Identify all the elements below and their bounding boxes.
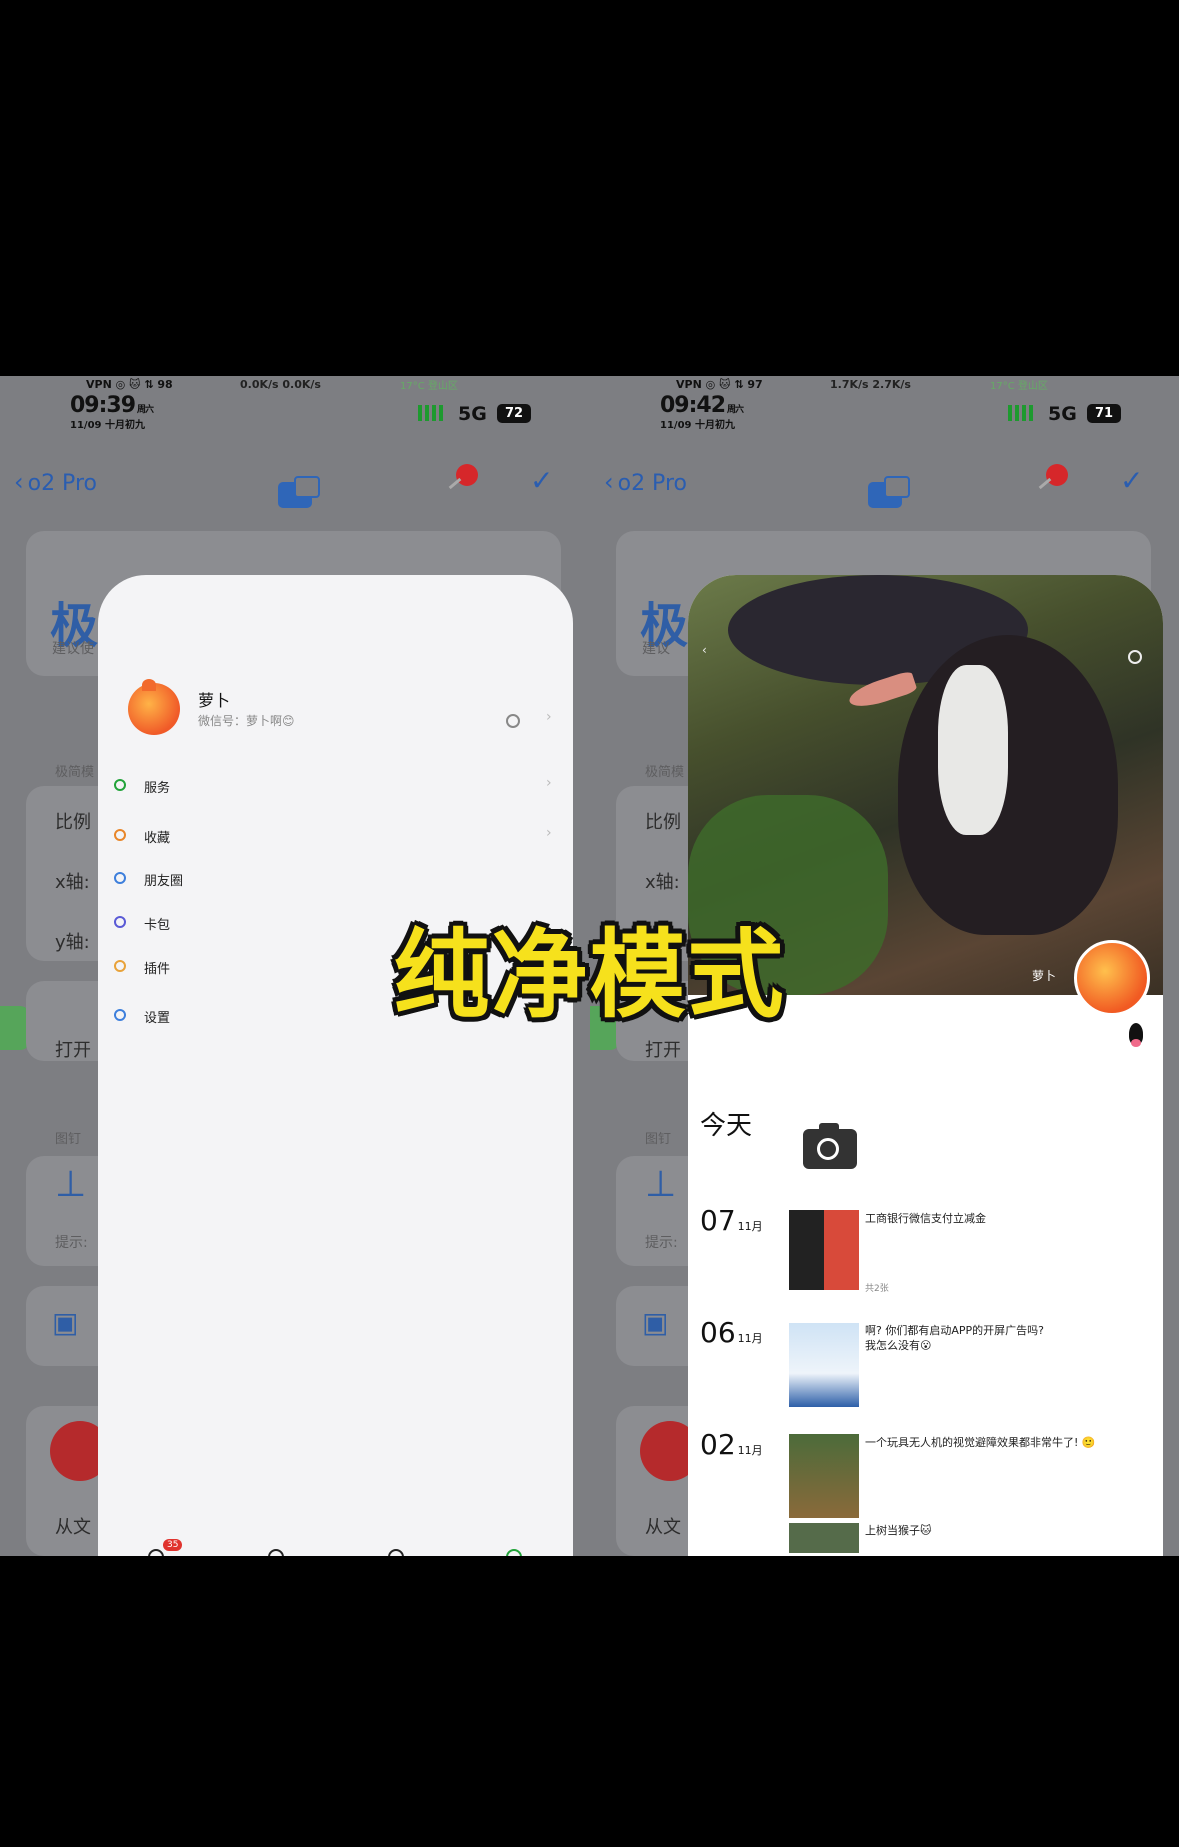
favorites-icon [114, 829, 126, 841]
confirm-check-icon[interactable]: ✓ [1120, 464, 1143, 497]
back-button[interactable]: ‹ o2 Pro [14, 468, 97, 496]
section-label: 图钉 [645, 1132, 672, 1147]
tab-me-icon[interactable] [506, 1549, 522, 1556]
back-button[interactable]: ‹ o2 Pro [604, 468, 687, 496]
signal-icon [1008, 405, 1036, 421]
post-text[interactable]: 啊? 你们都有启动APP的开屏广告吗? 我怎么没有😮 [865, 1323, 1155, 1353]
battery-icon: 72 [497, 404, 531, 423]
avatar[interactable] [128, 679, 180, 735]
menu-label: 收藏 [144, 831, 171, 846]
overlay-caption: 纯净模式 [393, 919, 786, 1031]
menu-item-favorites[interactable]: 收藏 › [114, 825, 554, 849]
frame-icon: ▣ [642, 1306, 669, 1339]
moments-icon [114, 872, 126, 884]
section-label: 极简模 [645, 765, 685, 780]
post-text[interactable]: 一个玩具无人机的视觉避障效果都非常牛了! 🙂 [865, 1435, 1155, 1450]
tip-label: 提示: [645, 1235, 678, 1251]
post-text[interactable]: 上树当猴子🐱 [865, 1523, 1155, 1538]
date-lunar: 11/09 十月初九 [660, 420, 735, 431]
menu-item-services[interactable]: 服务 › [114, 775, 554, 799]
camera-icon[interactable] [803, 1123, 857, 1169]
moments-panel: ‹ 萝卜 今天 07 11月 工商银行微信支付立减金 共2张 06 11月 啊? 你… [688, 575, 1163, 1556]
wechat-id: 微信号：萝卜啊😊 [198, 714, 295, 728]
weather: 17°C 登山区 [990, 381, 1048, 392]
from-file-label: 从文 [645, 1517, 681, 1538]
clock: 09:42 周六 [660, 393, 744, 418]
weather: 17°C 登山区 [400, 381, 458, 392]
chevron-right-icon: › [546, 825, 552, 841]
user-name: 萝卜 [198, 691, 231, 710]
row-x-axis: x轴: [55, 872, 90, 893]
clock: 09:39 周六 [70, 393, 154, 418]
video-thumbnail[interactable] [789, 1434, 859, 1518]
network-speed: 1.7K/s 2.7K/s [830, 378, 911, 391]
date-lunar: 11/09 十月初九 [70, 420, 145, 431]
confirm-check-icon[interactable]: ✓ [530, 464, 553, 497]
open-label: 打开 [55, 1040, 91, 1061]
section-label: 图钉 [55, 1132, 82, 1147]
post-date: 07 11月 [700, 1204, 763, 1237]
back-arrow-icon[interactable]: ‹ [702, 643, 707, 657]
services-icon [114, 779, 126, 791]
network-type: 5G [458, 403, 487, 425]
section-label: 极简模 [55, 765, 95, 780]
network-type: 5G [1048, 403, 1077, 425]
pin-icon[interactable] [456, 464, 478, 486]
post-date: 06 11月 [700, 1316, 763, 1349]
signal-icon [418, 405, 446, 421]
from-file-label: 从文 [55, 1517, 91, 1538]
nav-bar: ‹ o2 Pro ✓ [590, 456, 1179, 516]
refresh-icon[interactable] [1128, 650, 1142, 664]
wechat-me-panel: 萝卜 微信号：萝卜啊😊 › 服务 › 收藏 › 朋友圈 卡包 插件 设置 › 3… [98, 575, 573, 1556]
menu-item-moments[interactable]: 朋友圈 [114, 868, 554, 892]
card-hint: 建议使 [52, 641, 94, 657]
battery-icon: 71 [1087, 404, 1121, 423]
post-thumbnail[interactable] [789, 1210, 859, 1290]
network-speed: 0.0K/s 0.0K/s [240, 378, 321, 391]
image-count: 共2张 [865, 1284, 889, 1294]
tab-discover-icon[interactable] [388, 1549, 404, 1556]
card-hint: 建议 [642, 641, 670, 657]
menu-label: 朋友圈 [144, 874, 184, 889]
row-ratio: 比例 [645, 812, 681, 833]
qr-code-icon[interactable] [506, 714, 520, 728]
menu-label: 服务 [144, 781, 171, 796]
window-mode-icon[interactable] [868, 476, 910, 508]
open-label: 打开 [645, 1040, 681, 1061]
post-text[interactable]: 工商银行微信支付立减金 [865, 1211, 1155, 1226]
pin-glyph-icon: ⊥ [55, 1164, 87, 1205]
status-bar: VPN ◎ 🐱 ⇅ 97 1.7K/s 2.7K/s 17°C 登山区 09:4… [590, 376, 1179, 436]
tab-chats-icon[interactable] [148, 1549, 164, 1556]
pin-glyph-icon: ⊥ [645, 1164, 677, 1205]
tab-contacts-icon[interactable] [268, 1549, 284, 1556]
today-label: 今天 [700, 1111, 753, 1141]
status-bar: VPN ◎ 🐱 ⇅ 98 0.0K/s 0.0K/s 17°C 登山区 09:3… [0, 376, 589, 436]
frame-icon: ▣ [52, 1306, 79, 1339]
tip-label: 提示: [55, 1235, 88, 1251]
post-date: 02 11月 [700, 1428, 763, 1461]
duck-shape [898, 635, 1118, 935]
status-icons: VPN ◎ 🐱 ⇅ 97 [676, 378, 763, 391]
status-icons: VPN ◎ 🐱 ⇅ 98 [86, 378, 173, 391]
chevron-right-icon: › [546, 775, 552, 791]
pin-icon[interactable] [1046, 464, 1068, 486]
post-thumbnail[interactable] [789, 1323, 859, 1407]
unread-badge: 35 [163, 1539, 183, 1551]
row-ratio: 比例 [55, 812, 91, 833]
nav-bar: ‹ o2 Pro ✓ [0, 456, 589, 516]
chevron-right-icon: › [546, 709, 552, 725]
post-thumbnail[interactable] [789, 1523, 859, 1553]
row-x-axis: x轴: [645, 872, 680, 893]
window-mode-icon[interactable] [278, 476, 320, 508]
